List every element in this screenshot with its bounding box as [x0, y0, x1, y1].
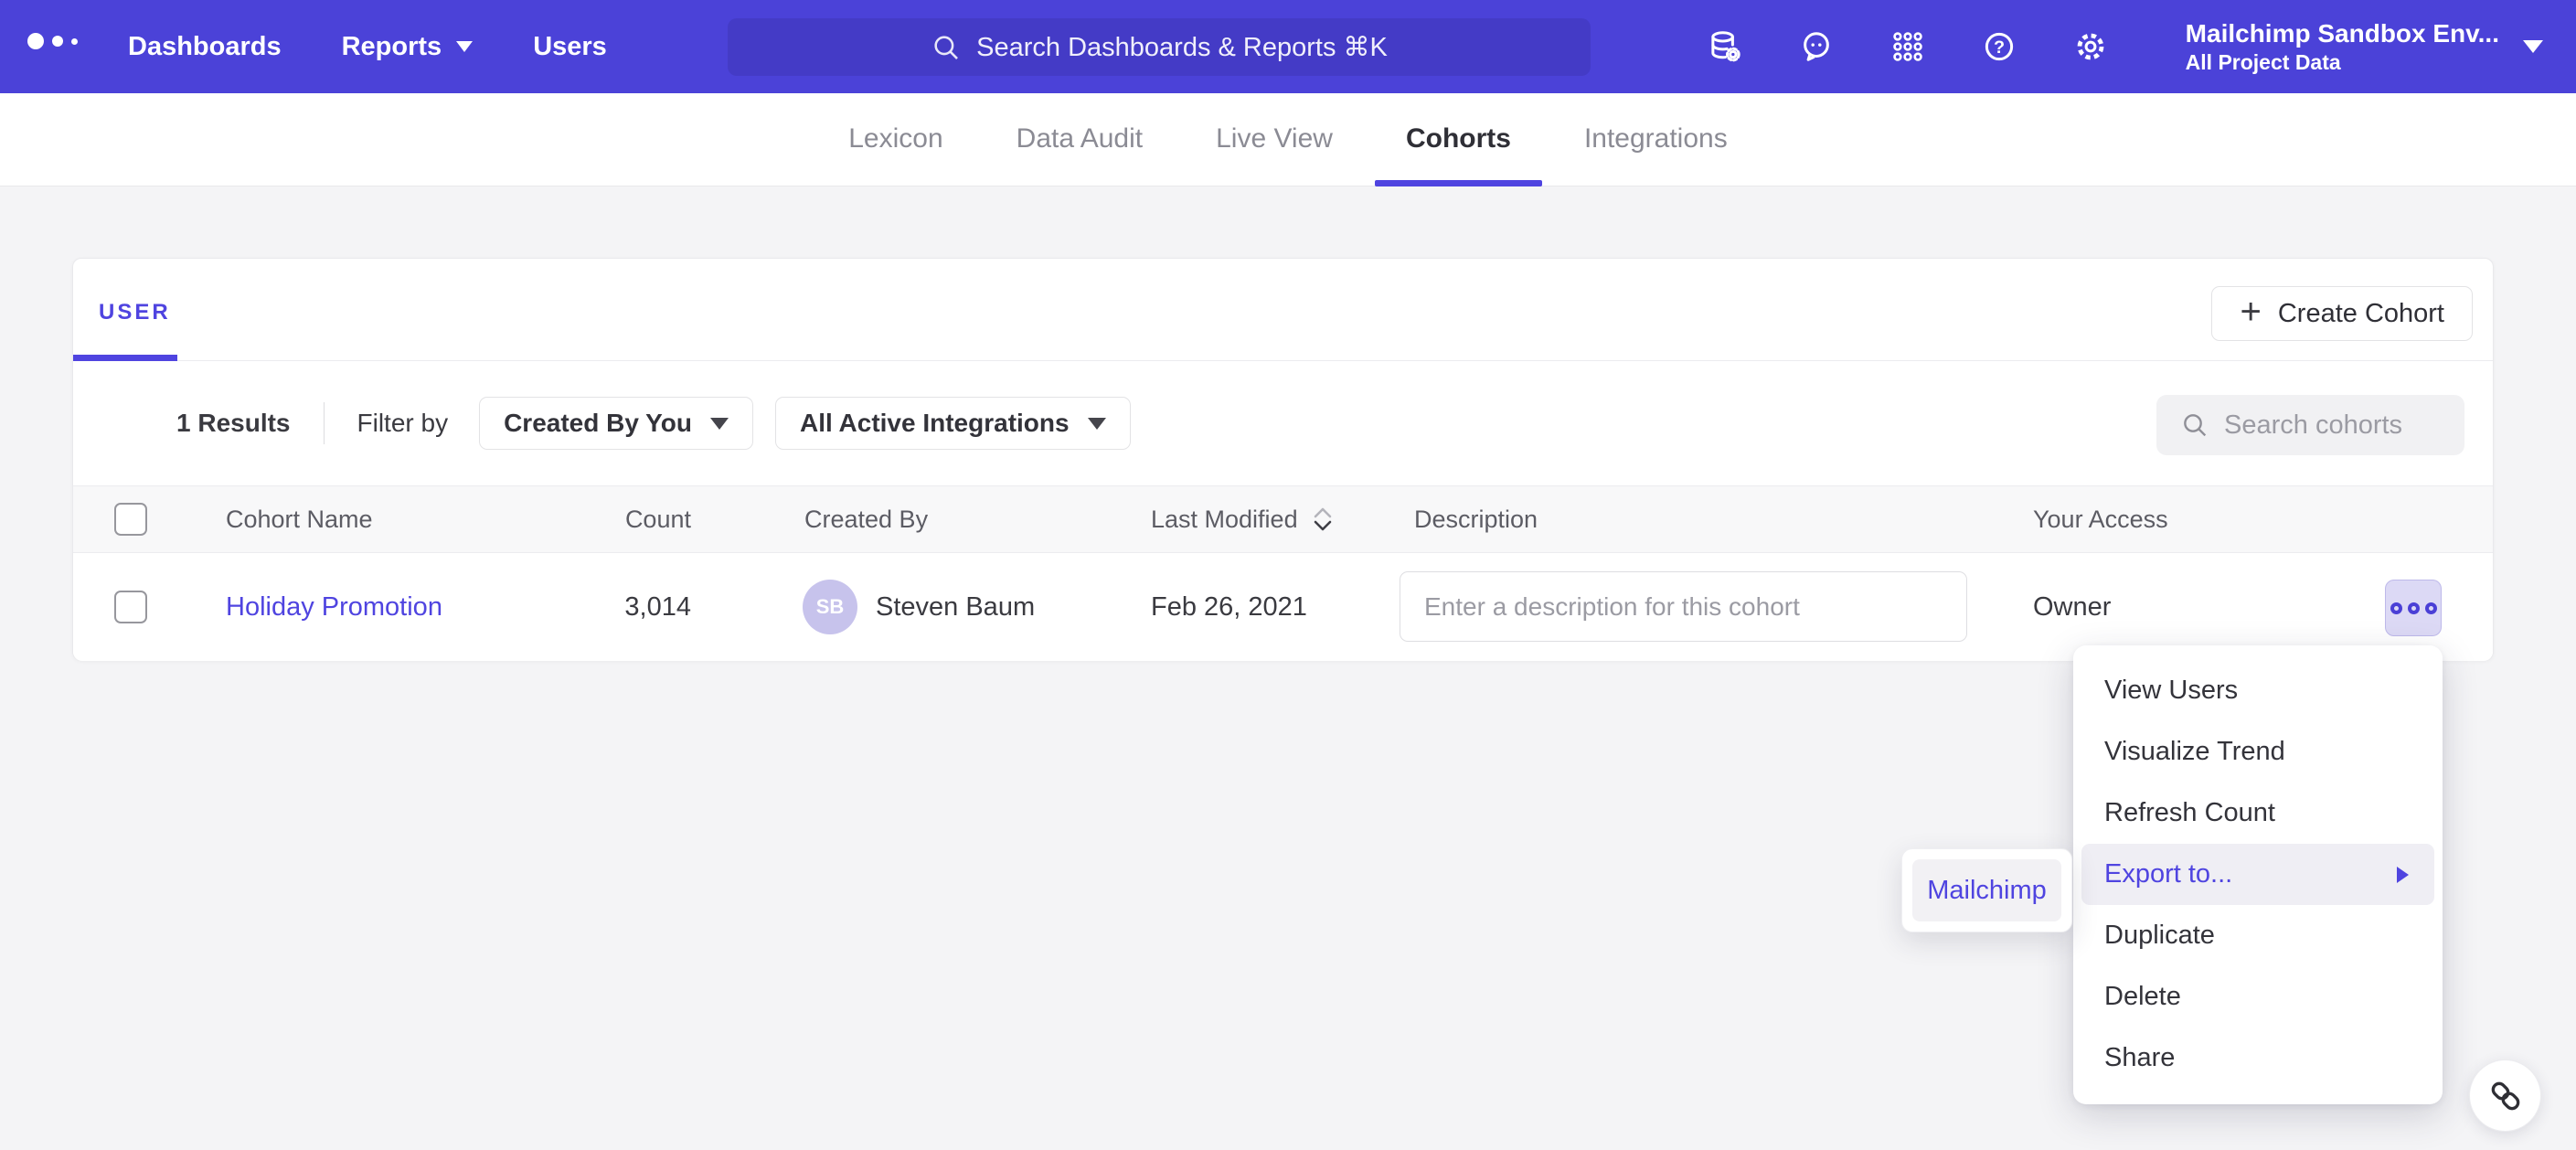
- column-header-description[interactable]: Description: [1414, 486, 1538, 552]
- menu-item-share[interactable]: Share: [2073, 1028, 2443, 1089]
- feedback-icon[interactable]: [1798, 28, 1835, 65]
- project-selector[interactable]: Mailchimp Sandbox Env... All Project Dat…: [2186, 18, 2543, 75]
- row-checkbox-cell: [114, 553, 147, 661]
- column-header-count[interactable]: Count: [548, 486, 691, 552]
- dot-icon: [2425, 602, 2437, 614]
- nav-link-reports[interactable]: Reports: [342, 32, 474, 62]
- menu-item-delete[interactable]: Delete: [2073, 966, 2443, 1028]
- column-header-created-by[interactable]: Created By: [804, 486, 928, 552]
- search-icon: [931, 32, 962, 63]
- tab-integrations[interactable]: Integrations: [1548, 93, 1764, 186]
- nav-link-users[interactable]: Users: [533, 32, 607, 62]
- chevron-down-icon: [456, 41, 473, 52]
- creator-name: Steven Baum: [876, 592, 1035, 623]
- avatar: SB: [803, 580, 857, 634]
- help-icon[interactable]: ?: [1981, 28, 2017, 65]
- search-icon: [2180, 410, 2209, 440]
- menu-item-view-users[interactable]: View Users: [2073, 660, 2443, 721]
- tab-cohorts[interactable]: Cohorts: [1369, 93, 1548, 186]
- dot-icon: [2408, 602, 2420, 614]
- sort-icon: [1311, 505, 1335, 534]
- tab-user-cohorts[interactable]: USER: [99, 259, 171, 361]
- link-icon: [2486, 1077, 2525, 1115]
- chevron-down-icon: [2523, 40, 2543, 53]
- select-all-checkbox[interactable]: [114, 503, 147, 536]
- primary-nav-links: Dashboards Reports Users: [128, 0, 607, 93]
- mixpanel-logo-icon[interactable]: [27, 33, 78, 49]
- menu-item-duplicate[interactable]: Duplicate: [2073, 905, 2443, 966]
- row-checkbox[interactable]: [114, 591, 147, 623]
- created-by-cell: SB Steven Baum: [803, 553, 1035, 661]
- svg-text:?: ?: [1994, 37, 2005, 58]
- plus-icon: +: [2240, 293, 2261, 330]
- tab-lexicon[interactable]: Lexicon: [812, 93, 979, 186]
- active-tab-underline: [1375, 180, 1542, 186]
- cohort-search-field: [2156, 395, 2464, 455]
- select-all-checkbox-cell: [114, 486, 147, 552]
- data-management-tab-bar: Lexicon Data Audit Live View Cohorts Int…: [0, 93, 2576, 186]
- menu-item-refresh-count[interactable]: Refresh Count: [2073, 783, 2443, 844]
- create-cohort-button[interactable]: + Create Cohort: [2211, 286, 2473, 341]
- dot-icon: [2390, 602, 2402, 614]
- project-scope: All Project Data: [2186, 49, 2499, 75]
- cohort-search-input[interactable]: [2224, 410, 2441, 441]
- apps-grid-icon[interactable]: [1889, 28, 1926, 65]
- table-header: Cohort Name Count Created By Last Modifi…: [73, 485, 2493, 553]
- row-more-actions-button[interactable]: [2385, 580, 2442, 636]
- data-management-icon[interactable]: [1707, 28, 1743, 65]
- top-nav-right-cluster: ? Mailchimp Sandbox Env... All Project D…: [1707, 0, 2543, 93]
- submenu-item-mailchimp[interactable]: Mailchimp: [1912, 859, 2061, 921]
- cohort-name-link[interactable]: Holiday Promotion: [226, 592, 442, 623]
- integrations-filter-dropdown[interactable]: All Active Integrations: [775, 397, 1131, 450]
- filter-toolbar: 1 Results Filter by Created By You All A…: [73, 361, 2493, 485]
- chevron-down-icon: [1088, 418, 1106, 430]
- settings-gear-icon[interactable]: [2072, 28, 2109, 65]
- column-header-cohort-name[interactable]: Cohort Name: [226, 486, 373, 552]
- nav-link-dashboards[interactable]: Dashboards: [128, 32, 282, 62]
- results-count: 1 Results: [176, 409, 291, 438]
- cohort-count: 3,014: [548, 553, 691, 661]
- tab-live-view[interactable]: Live View: [1179, 93, 1369, 186]
- menu-item-export-to[interactable]: Export to...: [2081, 844, 2434, 905]
- created-by-filter-dropdown[interactable]: Created By You: [479, 397, 753, 450]
- column-header-your-access[interactable]: Your Access: [2033, 486, 2168, 552]
- menu-item-visualize-trend[interactable]: Visualize Trend: [2073, 721, 2443, 783]
- submenu-arrow-icon: [2397, 867, 2409, 883]
- cohort-type-tabs: USER + Create Cohort: [73, 259, 2493, 361]
- cohorts-panel: USER + Create Cohort 1 Results Filter by…: [72, 258, 2494, 661]
- active-tab-underline: [73, 355, 177, 361]
- description-input[interactable]: [1400, 571, 1967, 642]
- divider: [324, 402, 325, 444]
- export-to-submenu: Mailchimp: [1901, 848, 2072, 932]
- global-search-input[interactable]: Search Dashboards & Reports ⌘K: [728, 18, 1591, 76]
- global-search-placeholder: Search Dashboards & Reports ⌘K: [976, 31, 1388, 63]
- tab-data-audit[interactable]: Data Audit: [980, 93, 1179, 186]
- last-modified-date: Feb 26, 2021: [1151, 553, 1307, 661]
- project-name: Mailchimp Sandbox Env...: [2186, 18, 2499, 49]
- row-actions-context-menu: View Users Visualize Trend Refresh Count…: [2073, 645, 2443, 1104]
- top-navigation-bar: Dashboards Reports Users Search Dashboar…: [0, 0, 2576, 93]
- copy-link-floating-button[interactable]: [2469, 1059, 2541, 1132]
- chevron-down-icon: [710, 418, 729, 430]
- column-header-last-modified[interactable]: Last Modified: [1151, 486, 1335, 552]
- filter-by-label: Filter by: [357, 409, 449, 438]
